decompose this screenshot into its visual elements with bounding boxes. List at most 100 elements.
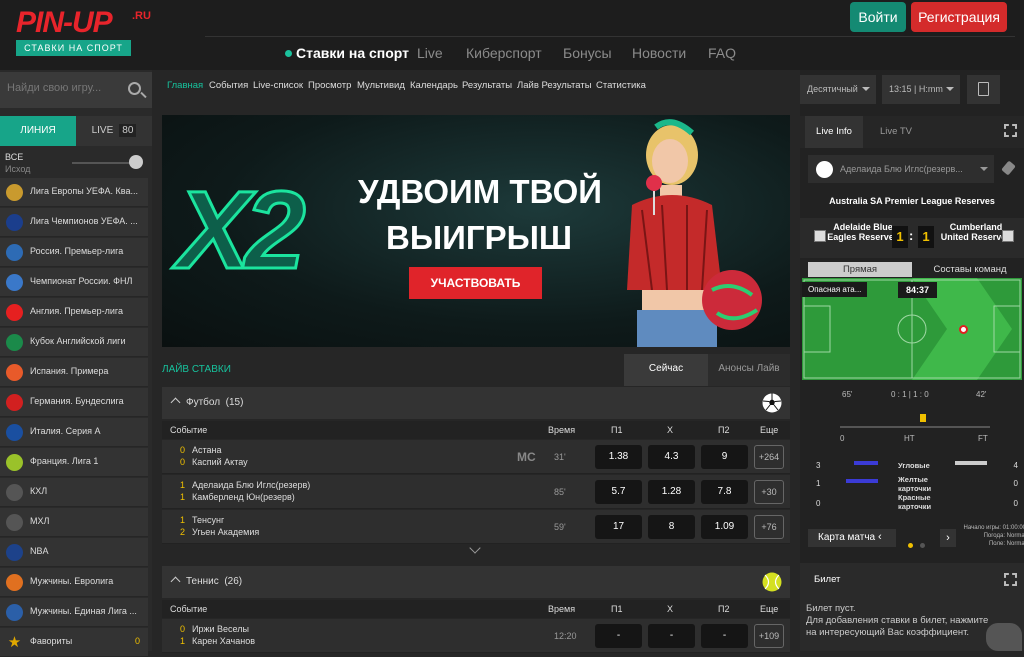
laliga-icon <box>6 364 23 381</box>
tab-now[interactable]: Сейчас <box>624 354 708 386</box>
timeline-track <box>840 426 990 428</box>
nav-bonuses[interactable]: Бонусы <box>563 45 612 61</box>
league-item[interactable]: Кубок Английской лиги <box>0 328 148 357</box>
sport-header-football[interactable]: Футбол (15) <box>162 387 790 419</box>
odd-x[interactable]: 4.3 <box>648 445 695 469</box>
odds-format-select[interactable]: Десятичный <box>800 75 876 104</box>
half-stats-row: 65' 0 : 1 | 1 : 0 42' <box>800 384 1024 408</box>
match-select-value: Аделаида Блю Иглс(резерв... <box>840 164 963 174</box>
subnav-statistics[interactable]: Статистика <box>596 80 646 91</box>
odd-p1[interactable]: 5.7 <box>595 480 642 504</box>
tab-live[interactable]: LIVE 80 <box>76 116 152 146</box>
match-select[interactable]: Аделаида Блю Иглс(резерв... <box>808 155 994 183</box>
tab-live-announce[interactable]: Анонсы Лайв <box>708 354 790 386</box>
calculator-button[interactable] <box>967 75 1000 104</box>
odd-p1[interactable]: 1.38 <box>595 445 642 469</box>
league-name: Испания. Примера <box>30 366 109 376</box>
subnav-multiview[interactable]: Мультивид <box>357 80 405 91</box>
prev-arrow-icon[interactable]: ‹ <box>878 531 882 543</box>
event-row[interactable]: 0 Иржи Веселы 1 Карен Хачанов 12:20- - - +109 <box>162 619 790 653</box>
odd-p2[interactable]: 7.8 <box>701 480 748 504</box>
tab-lineups[interactable]: Составы команд <box>918 262 1022 277</box>
nav-esports[interactable]: Киберспорт <box>466 45 542 61</box>
login-button[interactable]: Войти <box>850 2 906 32</box>
odd-p2[interactable]: 1.09 <box>701 515 748 539</box>
more-markets-button[interactable]: +109 <box>754 624 784 648</box>
league-item[interactable]: Италия. Серия А <box>0 418 148 447</box>
home-score: 1 <box>180 480 186 490</box>
league-item[interactable]: Мужчины. Единая Лига ... <box>0 598 148 627</box>
league-item[interactable]: Мужчины. Евролига <box>0 568 148 597</box>
event-row[interactable]: 1 Тенсунг 2 Угьен Академия 59' 17 8 1.09 +76 <box>162 510 790 544</box>
slider-handle[interactable] <box>129 155 143 169</box>
league-item[interactable]: NBA <box>0 538 148 567</box>
league-item[interactable]: ★ Фавориты 0 <box>0 628 148 657</box>
league-item[interactable]: Россия. Премьер-лига <box>0 238 148 267</box>
search-icon[interactable] <box>128 82 141 95</box>
odd-x[interactable]: - <box>648 624 695 648</box>
expand-chevron-icon[interactable] <box>469 542 481 554</box>
nba-icon <box>6 544 23 561</box>
subnav-home[interactable]: Главная <box>167 80 203 91</box>
tab-line[interactable]: ЛИНИЯ <box>0 116 76 146</box>
nav-sport-bets[interactable]: Ставки на спорт <box>296 45 409 61</box>
odd-p2[interactable]: 9 <box>701 445 748 469</box>
sport-header-tennis[interactable]: Теннис (26) <box>162 566 790 598</box>
odd-p1[interactable]: 17 <box>595 515 642 539</box>
banner-participate-button[interactable]: УЧАСТВОВАТЬ <box>409 267 542 299</box>
nav-news[interactable]: Новости <box>632 45 686 61</box>
logo[interactable]: PIN-UP .RU СТАВКИ НА СПОРТ <box>16 6 156 56</box>
mhl-icon <box>6 514 23 531</box>
league-item[interactable]: Англия. Премьер-лига <box>0 298 148 327</box>
odd-x[interactable]: 1.28 <box>648 480 695 504</box>
league-item[interactable]: Лига Чемпионов УЕФА. ... <box>0 208 148 237</box>
search-box[interactable]: Найди свою игру... <box>0 72 152 108</box>
subnav-events[interactable]: События <box>209 80 248 91</box>
collapse-chevron-icon[interactable] <box>170 397 181 408</box>
league-item[interactable]: Испания. Примера <box>0 358 148 387</box>
tennis-ball-icon <box>762 572 782 592</box>
live-bets-header: ЛАЙВ СТАВКИ Сейчас Анонсы Лайв <box>162 354 790 386</box>
fullscreen-icon[interactable] <box>1004 573 1017 586</box>
nav-faq[interactable]: FAQ <box>708 45 736 61</box>
search-input[interactable]: Найди свою игру... <box>7 82 101 94</box>
league-item[interactable]: МХЛ <box>0 508 148 537</box>
subnav-live-results[interactable]: Лайв Результаты <box>517 80 592 91</box>
collapse-chevron-icon[interactable] <box>170 576 181 587</box>
more-markets-button[interactable]: +76 <box>754 515 784 539</box>
tennis-column-headers: Событие Время П1 Х П2 Еще <box>162 600 790 618</box>
subnav-view[interactable]: Просмотр <box>308 80 351 91</box>
subnav-calendar[interactable]: Календарь <box>410 80 458 91</box>
bet-slip-empty: Билет пуст. <box>806 603 856 614</box>
event-row[interactable]: 1 Аделаида Блю Иглс(резерв) 1 Камберленд Юн… <box>162 475 790 509</box>
live-bets-label: ЛАЙВ СТАВКИ <box>162 364 231 375</box>
league-item[interactable]: Франция. Лига 1 <box>0 448 148 477</box>
cup-icon <box>6 334 23 351</box>
tab-direct[interactable]: Прямая <box>808 262 912 277</box>
league-name: КХЛ <box>30 486 48 496</box>
pin-icon[interactable] <box>1001 160 1016 176</box>
chat-icon[interactable] <box>986 623 1022 651</box>
promo-banner[interactable]: X2 УДВОИМ ТВОЙ ВЫИГРЫШ УЧАСТВОВАТЬ <box>162 115 790 347</box>
odd-p2[interactable]: - <box>701 624 748 648</box>
odd-p1[interactable]: - <box>595 624 642 648</box>
subnav-live-list[interactable]: Live-список <box>253 80 303 91</box>
league-item[interactable]: Лига Европы УЕФА. Ква... <box>0 178 148 207</box>
fullscreen-icon[interactable] <box>1004 124 1017 137</box>
register-button[interactable]: Регистрация <box>911 2 1007 32</box>
league-name: Мужчины. Единая Лига ... <box>30 606 137 616</box>
more-markets-button[interactable]: +264 <box>754 445 784 469</box>
tab-live-info[interactable]: Live Info <box>805 116 863 148</box>
league-item[interactable]: КХЛ <box>0 478 148 507</box>
nav-live[interactable]: Live <box>417 45 443 61</box>
football-icon <box>762 393 782 413</box>
league-item[interactable]: Чемпионат России. ФНЛ <box>0 268 148 297</box>
away-team: Карен Хачанов <box>192 636 255 646</box>
odd-x[interactable]: 8 <box>648 515 695 539</box>
more-markets-button[interactable]: +30 <box>754 480 784 504</box>
subnav-results[interactable]: Результаты <box>462 80 512 91</box>
tab-live-tv[interactable]: Live TV <box>863 116 929 148</box>
time-format-select[interactable]: 13:15 | H:mm <box>882 75 960 104</box>
league-item[interactable]: Германия. Бундеслига <box>0 388 148 417</box>
event-row[interactable]: 0 Астана 0 Каспий Актау MC 31' 1.38 4.3 9 +264 <box>162 440 790 474</box>
